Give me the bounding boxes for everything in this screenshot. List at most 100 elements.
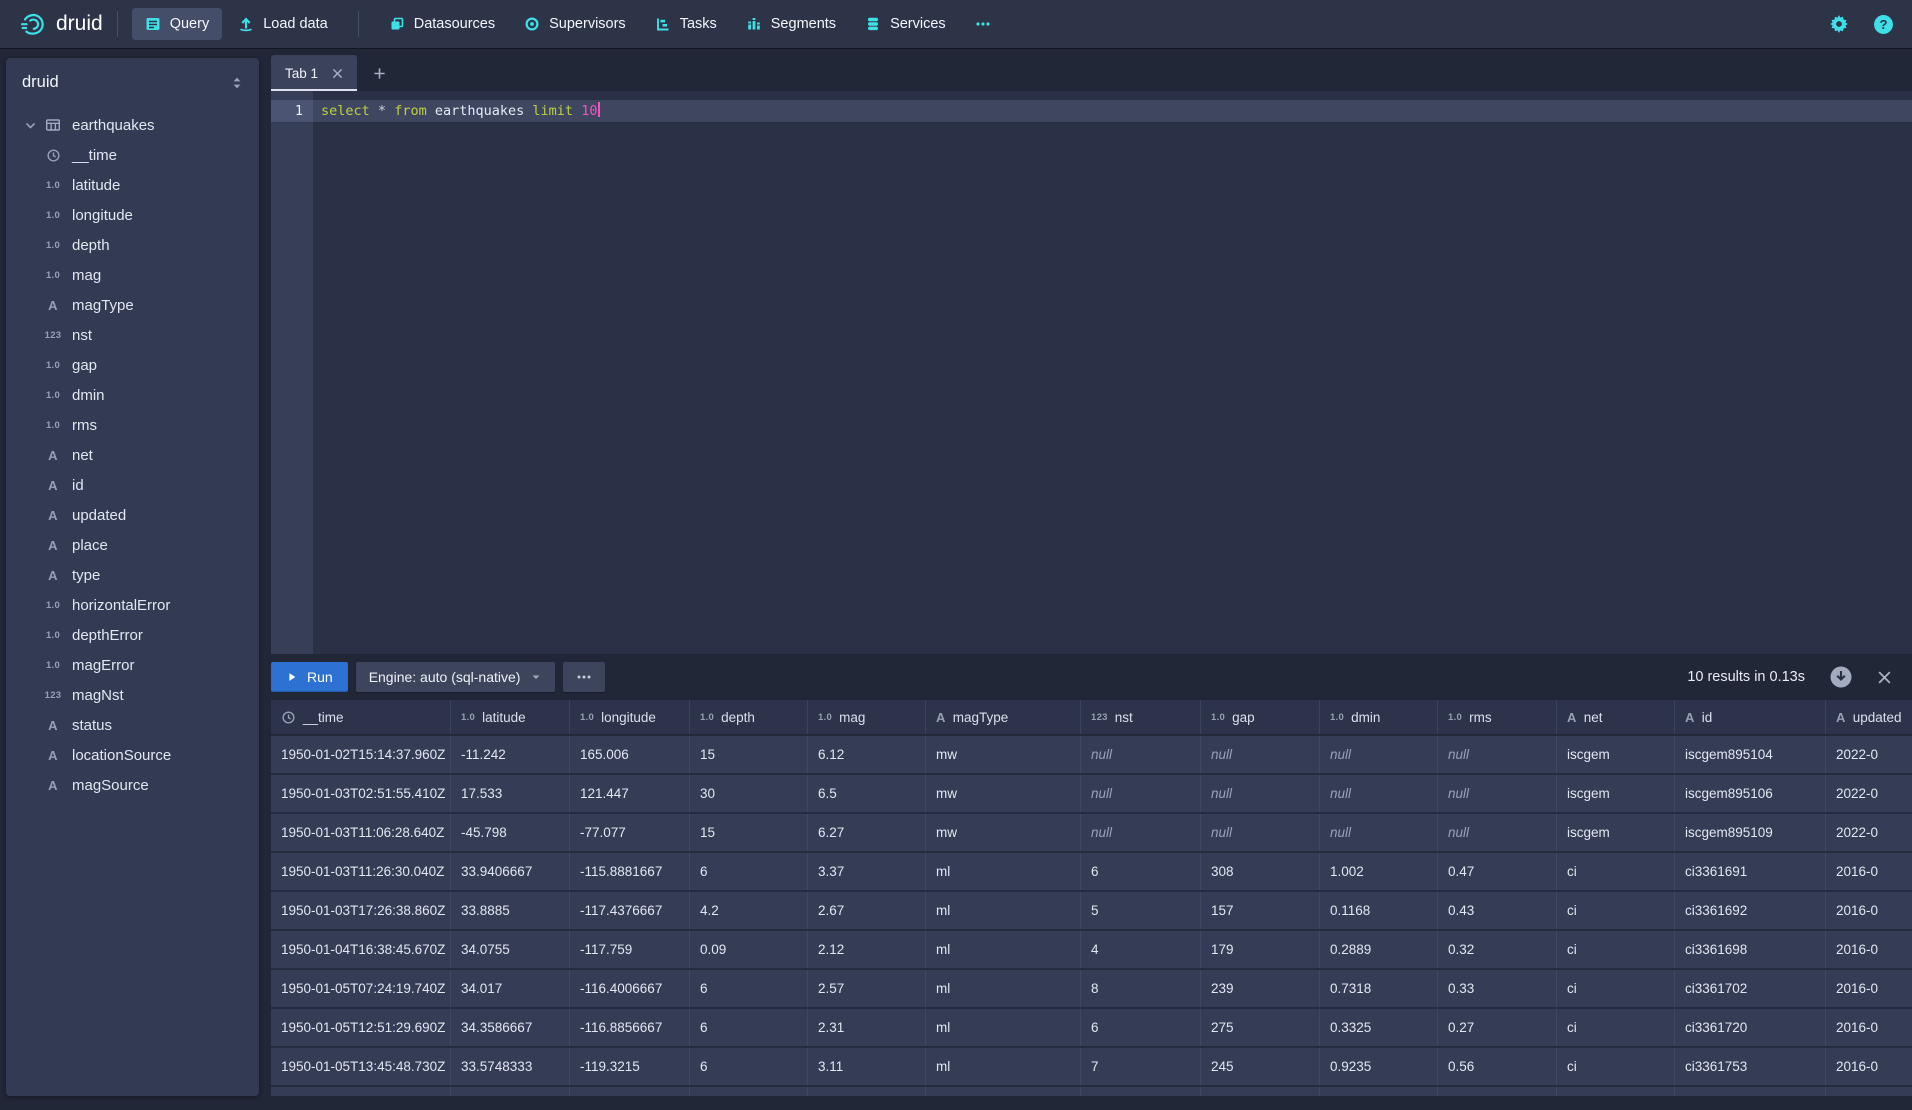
table-cell[interactable]: 15 xyxy=(690,814,808,851)
table-cell[interactable]: 6.27 xyxy=(808,814,926,851)
new-tab-button[interactable] xyxy=(357,55,401,91)
table-cell[interactable]: 2016-0 xyxy=(1826,853,1912,890)
table-cell[interactable]: 0.09 xyxy=(690,931,808,968)
table-cell[interactable]: 17.533 xyxy=(451,775,570,812)
sidebar-item-nst[interactable]: 123nst xyxy=(6,320,259,350)
table-cell[interactable]: 1950-01-03T17:26:38.860Z xyxy=(271,892,451,929)
table-cell[interactable]: 165.006 xyxy=(570,736,690,773)
table-cell[interactable]: 3.11 xyxy=(808,1048,926,1085)
sidebar-item-horizontalerror[interactable]: 1.0horizontalError xyxy=(6,590,259,620)
table-cell[interactable]: 0.1168 xyxy=(1320,892,1438,929)
table-cell[interactable]: 0.3325 xyxy=(1320,1009,1438,1046)
table-cell[interactable]: 6.12 xyxy=(808,736,926,773)
table-cell[interactable]: iscgem895109 xyxy=(1675,814,1826,851)
sidebar-item-magerror[interactable]: 1.0magError xyxy=(6,650,259,680)
column-header-magtype[interactable]: AmagType xyxy=(926,700,1081,734)
table-cell[interactable]: -77.077 xyxy=(570,814,690,851)
sidebar-item-gap[interactable]: 1.0gap xyxy=(6,350,259,380)
table-cell[interactable]: 239 xyxy=(1201,970,1320,1007)
table-cell[interactable]: -11.242 xyxy=(451,736,570,773)
table-cell[interactable]: 33.5748333 xyxy=(451,1048,570,1085)
table-cell[interactable]: 3.37 xyxy=(808,853,926,890)
nav-item-tasks[interactable]: Tasks xyxy=(642,8,730,40)
sidebar-item-mag[interactable]: 1.0mag xyxy=(6,260,259,290)
table-cell[interactable]: mw xyxy=(926,775,1081,812)
table-cell[interactable]: ci3361753 xyxy=(1675,1048,1826,1085)
table-cell[interactable]: 6 xyxy=(1081,853,1201,890)
table-cell[interactable]: 2022-0 xyxy=(1826,814,1912,851)
table-cell[interactable]: 1950-01-02T15:14:37.960Z xyxy=(271,736,451,773)
column-header-time[interactable]: __time xyxy=(271,700,451,734)
sidebar-item-locationsource[interactable]: AlocationSource xyxy=(6,740,259,770)
column-header-depth[interactable]: 1.0depth xyxy=(690,700,808,734)
table-cell[interactable]: 7 xyxy=(1081,1048,1201,1085)
table-cell[interactable]: 2016-0 xyxy=(1826,892,1912,929)
table-cell[interactable]: ml xyxy=(926,970,1081,1007)
table-cell[interactable]: iscgem895106 xyxy=(1675,775,1826,812)
table-cell[interactable]: null xyxy=(1320,814,1438,851)
sql-editor[interactable]: 1 select * from earthquakes limit 10 xyxy=(271,91,1912,654)
table-cell[interactable]: 157 xyxy=(1201,892,1320,929)
table-cell[interactable]: -45.798 xyxy=(451,814,570,851)
table-cell[interactable]: 2016-0 xyxy=(1826,931,1912,968)
table-cell[interactable]: 0.32 xyxy=(1438,931,1557,968)
table-cell[interactable]: 2016-0 xyxy=(1826,1009,1912,1046)
table-cell[interactable]: ci3361698 xyxy=(1675,931,1826,968)
sidebar-item-magsource[interactable]: AmagSource xyxy=(6,770,259,800)
sidebar-item-place[interactable]: Aplace xyxy=(6,530,259,560)
table-cell[interactable]: -116.4006667 xyxy=(570,970,690,1007)
sidebar-item-net[interactable]: Anet xyxy=(6,440,259,470)
table-cell[interactable]: mw xyxy=(926,736,1081,773)
table-cell[interactable]: 0.2889 xyxy=(1320,931,1438,968)
table-cell[interactable]: 0.56 xyxy=(1438,1048,1557,1085)
druid-logo[interactable]: druid xyxy=(20,11,103,38)
sidebar-item-time[interactable]: __time xyxy=(6,140,259,170)
column-header-updated[interactable]: Aupdated xyxy=(1826,700,1912,734)
table-cell[interactable]: ci xyxy=(1557,853,1675,890)
sidebar-item-id[interactable]: Aid xyxy=(6,470,259,500)
table-cell[interactable]: null xyxy=(1320,736,1438,773)
table-cell[interactable]: 0.7318 xyxy=(1320,970,1438,1007)
nav-item-services[interactable]: Services xyxy=(852,8,959,40)
close-tab-icon[interactable] xyxy=(332,68,343,79)
table-cell[interactable]: -117.4376667 xyxy=(570,892,690,929)
sidebar-item-depth[interactable]: 1.0depth xyxy=(6,230,259,260)
sidebar-item-updated[interactable]: Aupdated xyxy=(6,500,259,530)
table-cell[interactable]: 0.43 xyxy=(1438,892,1557,929)
table-cell[interactable]: 30 xyxy=(690,775,808,812)
table-cell[interactable]: 0.33 xyxy=(1438,970,1557,1007)
table-cell[interactable]: 34.017 xyxy=(451,970,570,1007)
sidebar-item-status[interactable]: Astatus xyxy=(6,710,259,740)
engine-select-button[interactable]: Engine: auto (sql-native) xyxy=(356,662,556,692)
table-cell[interactable]: 15 xyxy=(690,736,808,773)
table-cell[interactable]: 33.9406667 xyxy=(451,853,570,890)
chevron-down-icon[interactable] xyxy=(20,119,40,132)
sidebar-item-longitude[interactable]: 1.0longitude xyxy=(6,200,259,230)
table-cell[interactable]: 245 xyxy=(1201,1048,1320,1085)
table-cell[interactable]: 6 xyxy=(690,970,808,1007)
table-cell[interactable]: ci3361691 xyxy=(1675,853,1826,890)
table-cell[interactable]: 1950-01-05T13:45:48.730Z xyxy=(271,1048,451,1085)
table-cell[interactable]: 2.12 xyxy=(808,931,926,968)
table-cell[interactable]: -119.3215 xyxy=(570,1048,690,1085)
table-cell[interactable]: 34.3586667 xyxy=(451,1009,570,1046)
table-cell[interactable]: ml xyxy=(926,892,1081,929)
table-cell[interactable]: iscgem xyxy=(1557,736,1675,773)
run-button[interactable]: Run xyxy=(271,662,348,692)
sidebar-item-latitude[interactable]: 1.0latitude xyxy=(6,170,259,200)
table-cell[interactable]: null xyxy=(1081,775,1201,812)
table-cell[interactable]: iscgem xyxy=(1557,814,1675,851)
settings-button[interactable] xyxy=(1829,14,1849,34)
table-cell[interactable]: null xyxy=(1320,775,1438,812)
column-header-rms[interactable]: 1.0rms xyxy=(1438,700,1557,734)
table-cell[interactable]: ci xyxy=(1557,931,1675,968)
table-cell[interactable]: null xyxy=(1438,814,1557,851)
sidebar-item-dmin[interactable]: 1.0dmin xyxy=(6,380,259,410)
sidebar-item-type[interactable]: Atype xyxy=(6,560,259,590)
table-cell[interactable]: ml xyxy=(926,1009,1081,1046)
run-more-options-button[interactable] xyxy=(563,662,605,692)
table-cell[interactable]: ci xyxy=(1557,970,1675,1007)
sidebar-item-rms[interactable]: 1.0rms xyxy=(6,410,259,440)
table-cell[interactable]: -116.8856667 xyxy=(570,1009,690,1046)
table-cell[interactable]: 1950-01-05T07:24:19.740Z xyxy=(271,970,451,1007)
